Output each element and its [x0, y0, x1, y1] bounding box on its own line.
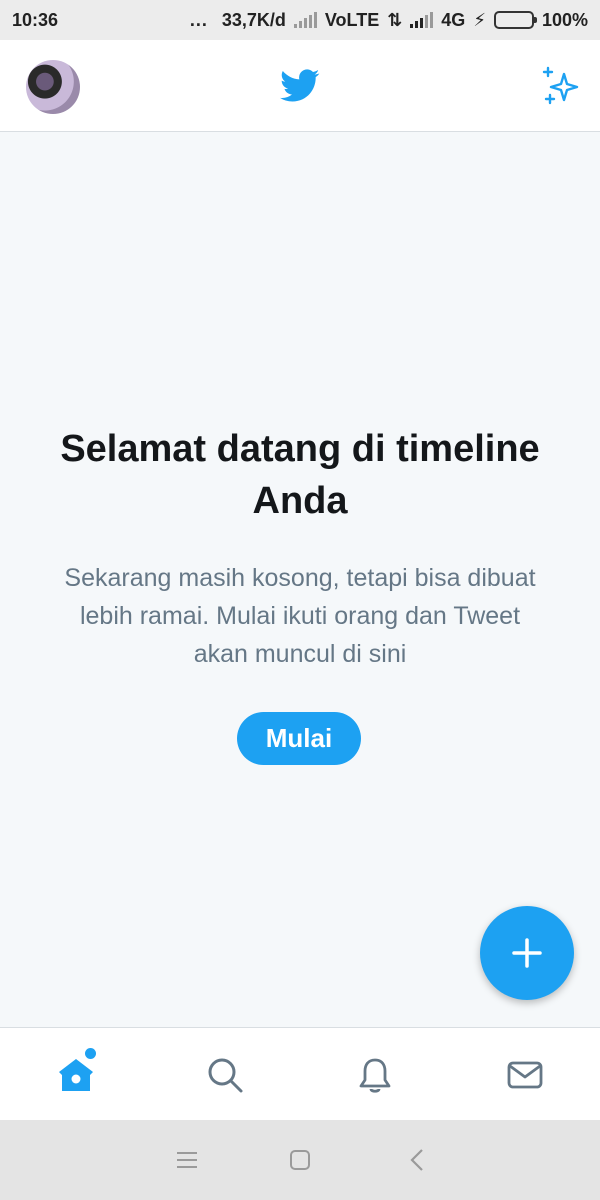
signal-1-icon [293, 12, 317, 28]
tab-home[interactable] [53, 1048, 99, 1098]
twitter-bird-icon [280, 68, 320, 101]
search-icon [208, 1058, 243, 1093]
welcome-description: Sekarang masih kosong, tetapi bisa dibua… [64, 564, 536, 668]
timeline-empty-state: Selamat datang di timeline Anda Sekarang… [0, 133, 600, 1027]
home-icon [59, 1059, 93, 1091]
plus-icon [512, 938, 542, 968]
network-4g-label: 4G [441, 9, 466, 30]
new-content-dot [85, 1048, 96, 1059]
bell-icon [359, 1058, 391, 1093]
status-dots: ... [189, 9, 208, 30]
tab-messages[interactable] [502, 1052, 548, 1098]
volte-label: VoLTE [324, 9, 380, 30]
status-time: 10:36 [12, 9, 59, 30]
bottom-tab-bar [0, 1027, 600, 1120]
app-header [0, 40, 600, 132]
home-square-icon[interactable] [285, 1146, 315, 1174]
charging-icon: ⚡ [473, 9, 486, 30]
screen: 10:36 ... 33,7K/d VoLTE ⇅ 4G ⚡ 100% Sela… [0, 0, 600, 1200]
battery-icon [493, 11, 537, 29]
battery-percent: 100% [541, 9, 588, 30]
status-bar: 10:36 ... 33,7K/d VoLTE ⇅ 4G ⚡ 100% [0, 0, 600, 40]
avatar[interactable] [26, 60, 80, 114]
data-arrows-icon: ⇅ [387, 9, 403, 30]
tab-notifications[interactable] [352, 1052, 398, 1098]
tab-search[interactable] [202, 1052, 248, 1098]
mail-icon [507, 1061, 543, 1089]
back-chevron-icon[interactable] [402, 1146, 432, 1174]
compose-tweet-button[interactable] [480, 906, 574, 1000]
menu-icon[interactable] [172, 1146, 202, 1174]
welcome-title: Selamat datang di timeline Anda [60, 428, 540, 522]
signal-2-icon [410, 12, 434, 28]
start-button[interactable]: Mulai [237, 712, 361, 765]
network-speed: 33,7K/d [221, 9, 286, 30]
status-indicators: ... 33,7K/d VoLTE ⇅ 4G ⚡ 100% [190, 10, 588, 31]
system-navigation-bar [0, 1120, 600, 1200]
sparkle-icon[interactable] [540, 66, 580, 106]
